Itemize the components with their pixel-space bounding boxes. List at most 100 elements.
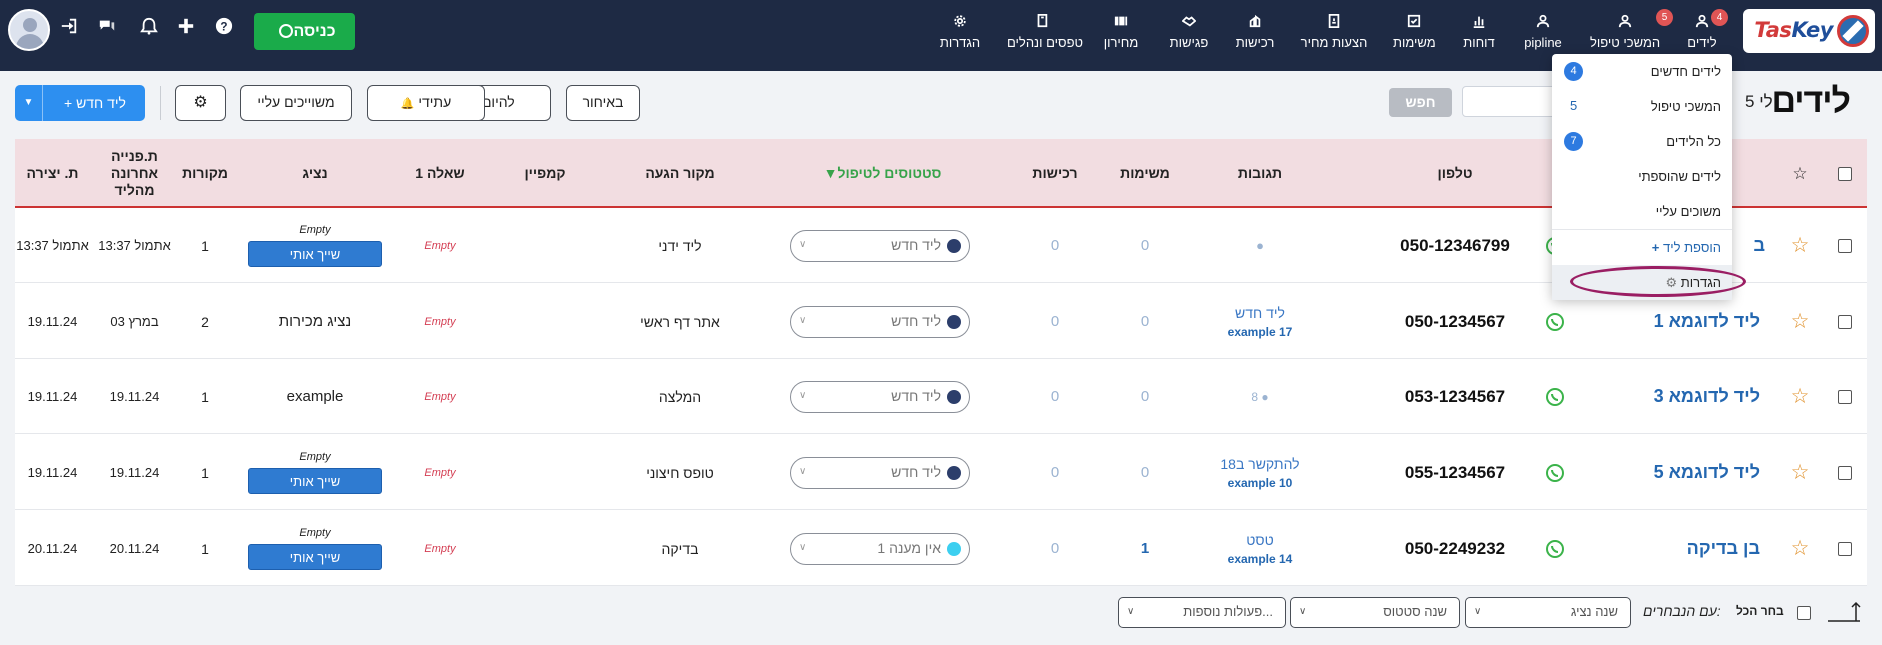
header-phone[interactable]: טלפון (1385, 139, 1525, 208)
lead-name[interactable]: ליד לדוגמא 3 (1654, 386, 1760, 407)
nav-settings[interactable]: הגדרות (938, 14, 982, 54)
lead-name[interactable]: ליד לדוגמא 5 (1654, 462, 1760, 483)
phone-number[interactable]: 050-1234567 (1405, 312, 1505, 332)
lead-name[interactable]: בן בדיקה (1687, 538, 1760, 559)
comment-icon[interactable]: ● (1256, 238, 1264, 253)
comment-count[interactable]: 8 ● (1251, 390, 1268, 404)
filter-late-button[interactable]: באיחור (566, 85, 640, 121)
purchases-count[interactable]: 0 (1051, 388, 1059, 405)
login-button[interactable]: כניסה (254, 13, 355, 50)
sign-in-icon[interactable] (58, 17, 80, 39)
chat-icon[interactable] (96, 17, 118, 39)
select-all-checkbox[interactable] (1838, 166, 1852, 181)
tasks-count[interactable]: 1 (1141, 540, 1149, 557)
header-tasks[interactable]: משימות (1105, 139, 1185, 208)
select-all-bottom-checkbox[interactable] (1797, 606, 1811, 620)
comment-meta[interactable]: example 17 (1228, 325, 1293, 339)
more-actions-select[interactable]: פעולות נוספות... ∨ (1118, 597, 1286, 628)
bell-icon[interactable] (138, 17, 160, 39)
tasks-count[interactable]: 0 (1141, 313, 1149, 330)
status-select[interactable]: ליד חדש ∨ (790, 229, 970, 262)
nav-reports[interactable]: דוחות (1462, 14, 1496, 54)
header-sources[interactable]: מקורות (175, 139, 235, 208)
header-last-contact[interactable]: ת.פנייה אחרונה מהליד (97, 139, 172, 208)
star-icon[interactable]: ☆ (1791, 309, 1810, 334)
menu-assigned-to-me[interactable]: משוכים עליי (1552, 194, 1732, 229)
comment-text[interactable]: טסט (1246, 532, 1273, 548)
nav-quotes[interactable]: הצעות מחיר (1300, 14, 1368, 54)
header-agent[interactable]: נציג (245, 139, 385, 208)
star-icon[interactable]: ☆ (1791, 233, 1810, 258)
header-question[interactable]: שאלה 1 (395, 139, 485, 208)
nav-forms[interactable]: טפסים ונהלים (1007, 14, 1083, 54)
nav-purchases[interactable]: רכישות (1235, 14, 1275, 54)
table-row[interactable]: ☆ בן בדיקה 050-2249232 טסט example 14 1 0… (15, 511, 1867, 586)
columns-settings-button[interactable]: ⚙ (175, 85, 226, 121)
search-button[interactable]: חפש (1389, 88, 1452, 117)
row-checkbox[interactable] (1838, 465, 1852, 480)
taskey-logo[interactable]: TasKey (1743, 9, 1875, 53)
tasks-count[interactable]: 0 (1141, 237, 1149, 254)
change-agent-select[interactable]: שנה נציג ∨ (1465, 597, 1631, 628)
search-input[interactable] (1462, 86, 1562, 117)
purchases-count[interactable]: 0 (1051, 540, 1059, 557)
menu-new-leads[interactable]: לידים חדשים 4 (1552, 54, 1732, 89)
menu-followups[interactable]: המשכי טיפול 5 (1552, 89, 1732, 124)
header-created[interactable]: ת. יצירה (15, 139, 90, 208)
header-tags[interactable]: תגובות (1200, 139, 1320, 208)
nav-pipeline[interactable]: pipline (1522, 14, 1564, 54)
purchases-count[interactable]: 0 (1051, 237, 1059, 254)
new-lead-dropdown-toggle[interactable]: ▼ (15, 85, 43, 121)
table-row[interactable]: ☆ ליד לדוגמא 3 053-1234567 8 ● 0 0 ליד ח… (15, 359, 1867, 434)
menu-add-lead[interactable]: + הוספת ליד (1552, 230, 1732, 265)
purchases-count[interactable]: 0 (1051, 313, 1059, 330)
new-lead-button[interactable]: + ליד חדש ▼ (15, 85, 145, 121)
comment-text[interactable]: להתקשר ב18 (1220, 456, 1299, 472)
row-checkbox[interactable] (1838, 314, 1852, 329)
lead-name[interactable]: ליד לדוגמא 1 (1654, 311, 1760, 332)
status-select[interactable]: ליד חדש ∨ (790, 380, 970, 413)
assign-me-button[interactable]: שייך אותי (248, 468, 382, 494)
star-icon[interactable]: ☆ (1791, 384, 1810, 409)
phone-number[interactable]: 050-2249232 (1405, 539, 1505, 559)
row-checkbox[interactable] (1838, 238, 1852, 253)
star-header-icon[interactable]: ☆ (1792, 165, 1807, 182)
change-status-select[interactable]: שנה סטטוס ∨ (1290, 597, 1460, 628)
whatsapp-icon[interactable] (1535, 435, 1575, 510)
whatsapp-icon[interactable] (1535, 359, 1575, 434)
star-icon[interactable]: ☆ (1791, 460, 1810, 485)
plus-icon[interactable] (175, 17, 197, 39)
phone-number[interactable]: 050-12346799 (1400, 236, 1510, 256)
status-select[interactable]: אין מענה 1 ∨ (790, 532, 970, 565)
phone-number[interactable]: 053-1234567 (1405, 387, 1505, 407)
header-campaign[interactable]: קמפיין (505, 139, 585, 208)
phone-number[interactable]: 055-1234567 (1405, 463, 1505, 483)
comment-text[interactable]: ליד חדש (1235, 305, 1285, 321)
assign-me-button[interactable]: שייך אותי (248, 241, 382, 267)
table-row[interactable]: ☆ ליד לדוגמא 5 055-1234567 להתקשר ב18 exa… (15, 435, 1867, 510)
header-purchases[interactable]: רכישות (1015, 139, 1095, 208)
lead-name[interactable]: ב (1753, 235, 1765, 256)
status-select[interactable]: ליד חדש ∨ (790, 305, 970, 338)
row-checkbox[interactable] (1838, 389, 1852, 404)
header-status[interactable]: ▼ סטטוסים לטיפול (790, 139, 970, 208)
tasks-count[interactable]: 0 (1141, 388, 1149, 405)
whatsapp-icon[interactable] (1535, 511, 1575, 586)
nav-followups[interactable]: המשכי טיפול 5 (1590, 9, 1673, 54)
filter-icon[interactable]: ▼ (824, 165, 838, 182)
nav-tasks[interactable]: משימות (1393, 14, 1436, 54)
menu-all-leads[interactable]: כל הלידים 7 (1552, 124, 1732, 159)
nav-leads[interactable]: לידים 4 (1685, 9, 1728, 54)
help-icon[interactable]: ? (213, 17, 235, 39)
header-source[interactable]: מקור הגעה (605, 139, 755, 208)
tasks-count[interactable]: 0 (1141, 464, 1149, 481)
nav-meetings[interactable]: פגישות (1168, 14, 1210, 54)
filter-mine-button[interactable]: משוייכים עליי (240, 85, 352, 121)
select-all-label[interactable]: בחר הכל (1736, 604, 1784, 618)
filter-future-button[interactable]: 🔔 עתידי (367, 85, 485, 121)
star-icon[interactable]: ☆ (1791, 536, 1810, 561)
row-checkbox[interactable] (1838, 541, 1852, 556)
comment-meta[interactable]: example 14 (1228, 552, 1293, 566)
status-select[interactable]: ליד חדש ∨ (790, 456, 970, 489)
nav-pricelist[interactable]: מחירון (1099, 14, 1143, 54)
